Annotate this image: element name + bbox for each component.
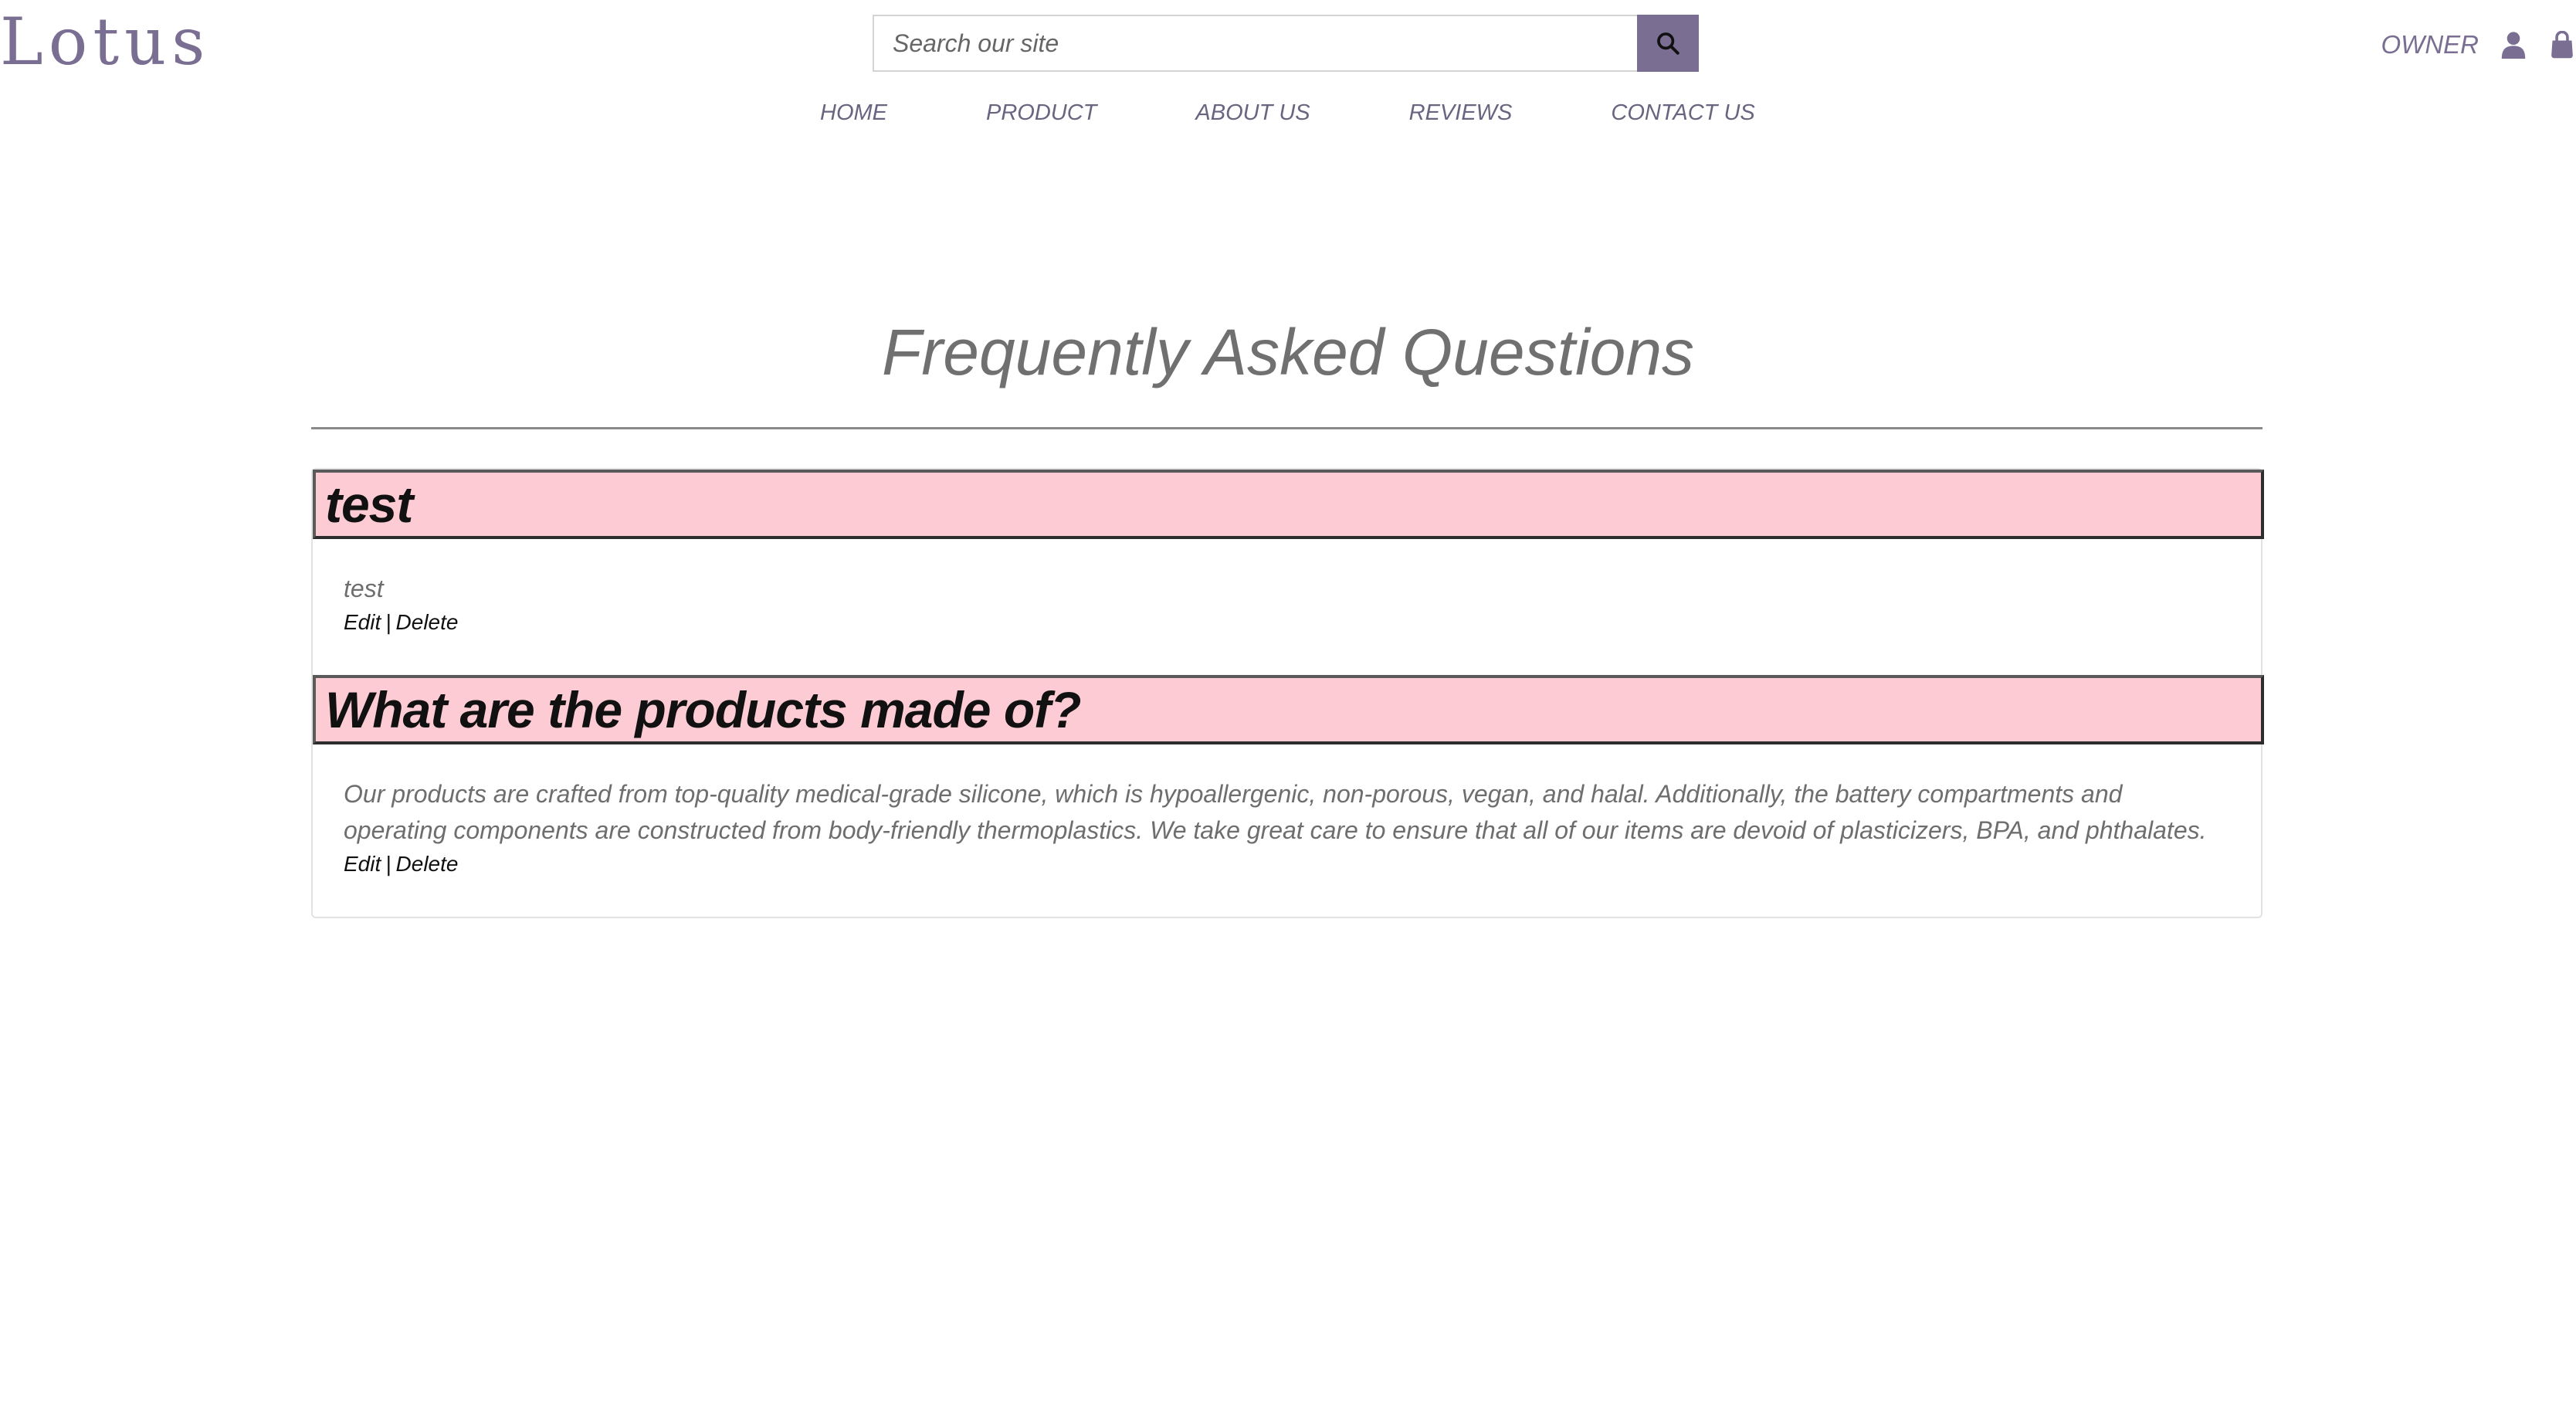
faq-item: test test Edit | Delete	[313, 470, 2264, 633]
edit-link[interactable]: Edit	[344, 852, 381, 876]
faq-actions: Edit | Delete	[313, 612, 2264, 633]
nav-contact-us[interactable]: CONTACT US	[1611, 100, 1754, 126]
site-header: Lotus OWNER HO	[0, 0, 2576, 147]
search-icon	[1655, 30, 1681, 56]
user-area: OWNER	[2381, 25, 2576, 65]
action-separator: |	[385, 610, 391, 634]
edit-link[interactable]: Edit	[344, 610, 381, 634]
title-divider	[311, 427, 2262, 429]
delete-link[interactable]: Delete	[396, 852, 459, 876]
account-name[interactable]: OWNER	[2381, 30, 2479, 59]
search-input[interactable]	[873, 15, 1637, 72]
faq-question: test	[313, 470, 2264, 539]
page-title: Frequently Asked Questions	[881, 316, 1695, 388]
faq-answer: Our products are crafted from top-qualit…	[344, 780, 2207, 844]
site-logo[interactable]: Lotus	[0, 9, 210, 74]
nav-about-us[interactable]: ABOUT US	[1195, 100, 1310, 126]
action-separator: |	[385, 852, 391, 876]
faq-item: What are the products made of? Our produ…	[313, 675, 2264, 875]
person-icon[interactable]	[2500, 31, 2527, 59]
faq-actions: Edit | Delete	[313, 853, 2264, 875]
faq-answer: test	[344, 575, 384, 602]
faq-question: What are the products made of?	[313, 675, 2264, 744]
nav-product[interactable]: PRODUCT	[986, 100, 1096, 126]
shopping-bag-icon[interactable]	[2550, 31, 2574, 59]
faq-list: test test Edit | Delete What are the produ…	[311, 468, 2264, 918]
delete-link[interactable]: Delete	[396, 610, 459, 634]
search-bar	[873, 15, 1699, 72]
search-button[interactable]	[1637, 15, 1699, 72]
nav-reviews[interactable]: REVIEWS	[1409, 100, 1513, 126]
nav-home[interactable]: HOME	[820, 100, 887, 126]
